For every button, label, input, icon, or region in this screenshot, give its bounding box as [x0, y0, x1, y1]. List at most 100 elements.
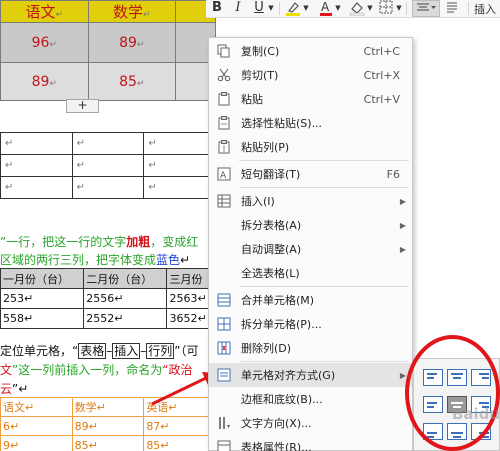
menu-item-label: 文字方向(X)... [241, 417, 312, 430]
table-header-cell[interactable]: 语文↵ [0, 0, 89, 23]
table-cell[interactable]: 85↵ [71, 435, 145, 451]
underline-dropdown-icon[interactable]: ▼ [267, 0, 275, 17]
score-table[interactable]: 语文↵ 数学↵ 96↵ 89↵ 89↵ 85↵ [0, 0, 216, 101]
toolbar-separator [279, 2, 280, 15]
menu-item-label: 粘贴列(P) [241, 141, 290, 154]
paragraph-align-button[interactable] [412, 0, 440, 17]
shading-icon[interactable] [348, 0, 366, 17]
table-cell[interactable]: 6↵ [0, 416, 73, 436]
table-cell[interactable]: 89↵ [87, 22, 176, 63]
paste-special-icon [216, 115, 232, 131]
menu-item-text-direction[interactable]: 文字方向(X)... [209, 411, 412, 435]
borders-dropdown-icon[interactable]: ▼ [395, 0, 403, 17]
menu-separator [239, 160, 409, 161]
table-cell[interactable]: 87↵ [143, 416, 216, 436]
table-header-cell[interactable]: 语文↵ [0, 397, 73, 417]
shading-dropdown-icon[interactable]: ▼ [366, 0, 374, 17]
copy-icon [216, 43, 232, 59]
menu-item-shortcut: Ctrl+V [363, 92, 400, 106]
menu-item-label: 选择性粘贴(S)... [241, 117, 323, 130]
menu-item-cell-alignment[interactable]: 单元格对齐方式(G) ▶ [209, 363, 412, 387]
monthly-table[interactable]: 一月份（台） 二月份（台） 三月份 253↵ 2556↵ 2563↵ 558↵ … [0, 268, 216, 329]
paragraph-mark: ↵ [49, 39, 57, 50]
menu-item-table-properties[interactable]: 表格属性(R)... [209, 435, 412, 451]
table-cell[interactable]: ↵ [143, 132, 216, 155]
table-cell[interactable]: 558↵ [0, 308, 85, 329]
table-header-cell[interactable]: 数学↵ [71, 397, 145, 417]
menu-item-label: 拆分单元格(P)... [241, 318, 322, 331]
menu-item-merge-cells[interactable]: 合并单元格(M) [209, 288, 412, 312]
text-run: 定位单元格，“ [0, 344, 79, 358]
italic-button[interactable]: I [232, 0, 244, 17]
menu-item-delete-column[interactable]: 删除列(D) [209, 336, 412, 360]
table-cell[interactable]: ↵ [143, 176, 216, 199]
table-context-menu: 复制(C) Ctrl+C 剪切(T) Ctrl+X 粘贴 Ctrl+V 选择性粘… [208, 37, 413, 451]
boxed-text: 插入 [112, 343, 141, 359]
table-cell[interactable]: ↵ [71, 154, 145, 177]
table-cell[interactable]: ↵ [0, 176, 73, 199]
menu-item-paste[interactable]: 粘贴 Ctrl+V [209, 87, 412, 111]
table-cell[interactable]: ↵ [0, 132, 73, 155]
highlight-icon[interactable] [284, 0, 302, 17]
table-cell[interactable]: ↵ [71, 176, 145, 199]
submenu-arrow-icon: ▶ [399, 220, 406, 230]
paragraph-mark: ↵ [136, 39, 145, 50]
insert-tab[interactable]: 插入 [474, 1, 496, 17]
translate-icon: A [216, 166, 232, 182]
bold-red-text: 加粗 [126, 235, 151, 249]
paragraph-mark: ↵ [136, 78, 145, 89]
borders-icon[interactable] [378, 0, 394, 17]
table-cell[interactable]: 89↵ [0, 62, 89, 101]
paragraph-settings-icon[interactable] [444, 0, 460, 17]
menu-item-copy[interactable]: 复制(C) Ctrl+C [209, 39, 412, 63]
bold-button[interactable]: B [210, 0, 224, 17]
menu-item-borders-shading[interactable]: 边框和底纹(B)... [209, 387, 412, 411]
table-cell[interactable]: 85↵ [143, 435, 216, 451]
underline-button[interactable]: U [252, 0, 266, 17]
table-cell[interactable]: 89↵ [71, 416, 145, 436]
table-header-cell[interactable]: 数学↵ [87, 0, 176, 23]
table-cell[interactable]: ↵ [0, 154, 73, 177]
add-row-button[interactable]: + [66, 99, 99, 113]
text-run: ”（可 [174, 344, 199, 358]
text-run: ”↵ [12, 382, 29, 396]
highlight-dropdown-icon[interactable]: ▼ [302, 0, 310, 17]
menu-item-paste-column[interactable]: 粘贴列(P) [209, 135, 412, 159]
menu-item-select-table[interactable]: 全选表格(L) [209, 261, 412, 285]
menu-item-insert[interactable]: 插入(I) ▶ [209, 189, 412, 213]
insert-table-icon [216, 193, 232, 209]
font-color-dropdown-icon[interactable]: ▼ [334, 0, 342, 17]
paste-icon [216, 91, 232, 107]
table-properties-icon [216, 439, 232, 451]
red-text: 云 [0, 382, 13, 396]
font-color-icon[interactable]: A [318, 0, 334, 17]
menu-item-split-table[interactable]: 拆分表格(A) ▶ [209, 213, 412, 237]
table-cell[interactable]: 9↵ [0, 435, 73, 451]
table-cell[interactable]: 2552↵ [83, 308, 168, 329]
header-text: 数学 [112, 3, 143, 21]
table-cell[interactable]: ↵ [71, 132, 145, 155]
menu-item-label: 插入(I) [241, 195, 275, 208]
table-cell[interactable]: 85↵ [87, 62, 176, 101]
menu-item-translate[interactable]: A 短句翻译(T) F6 [209, 162, 412, 186]
paste-column-icon [216, 139, 232, 155]
paragraph-mark: ↵ [142, 10, 151, 20]
table-cell[interactable]: 96↵ [0, 22, 89, 63]
menu-item-shortcut: Ctrl+C [363, 44, 400, 58]
empty-table[interactable]: ↵ ↵ ↵ ↵ ↵ ↵ ↵ ↵ ↵ [0, 132, 216, 199]
table-cell[interactable]: ↵ [143, 154, 216, 177]
watermark: Baidu [452, 405, 500, 423]
submenu-arrow-icon: ▶ [399, 370, 406, 380]
menu-item-cut[interactable]: 剪切(T) Ctrl+X [209, 63, 412, 87]
table-header-cell[interactable]: 二月份（台） [83, 268, 168, 289]
menu-item-paste-special[interactable]: 选择性粘贴(S)... [209, 111, 412, 135]
table-cell[interactable]: 253↵ [0, 288, 85, 309]
table-header-cell[interactable]: 一月份（台） [0, 268, 85, 289]
text-run: ”一行，把这一行的文字 [0, 235, 127, 249]
menu-item-split-cells[interactable]: 拆分单元格(P)... [209, 312, 412, 336]
menu-item-label: 自动调整(A) [241, 243, 302, 256]
table-cell[interactable]: 2556↵ [83, 288, 168, 309]
menu-item-auto-fit[interactable]: 自动调整(A) ▶ [209, 237, 412, 261]
svg-text:A: A [220, 171, 227, 181]
red-text: 文 [0, 363, 13, 377]
